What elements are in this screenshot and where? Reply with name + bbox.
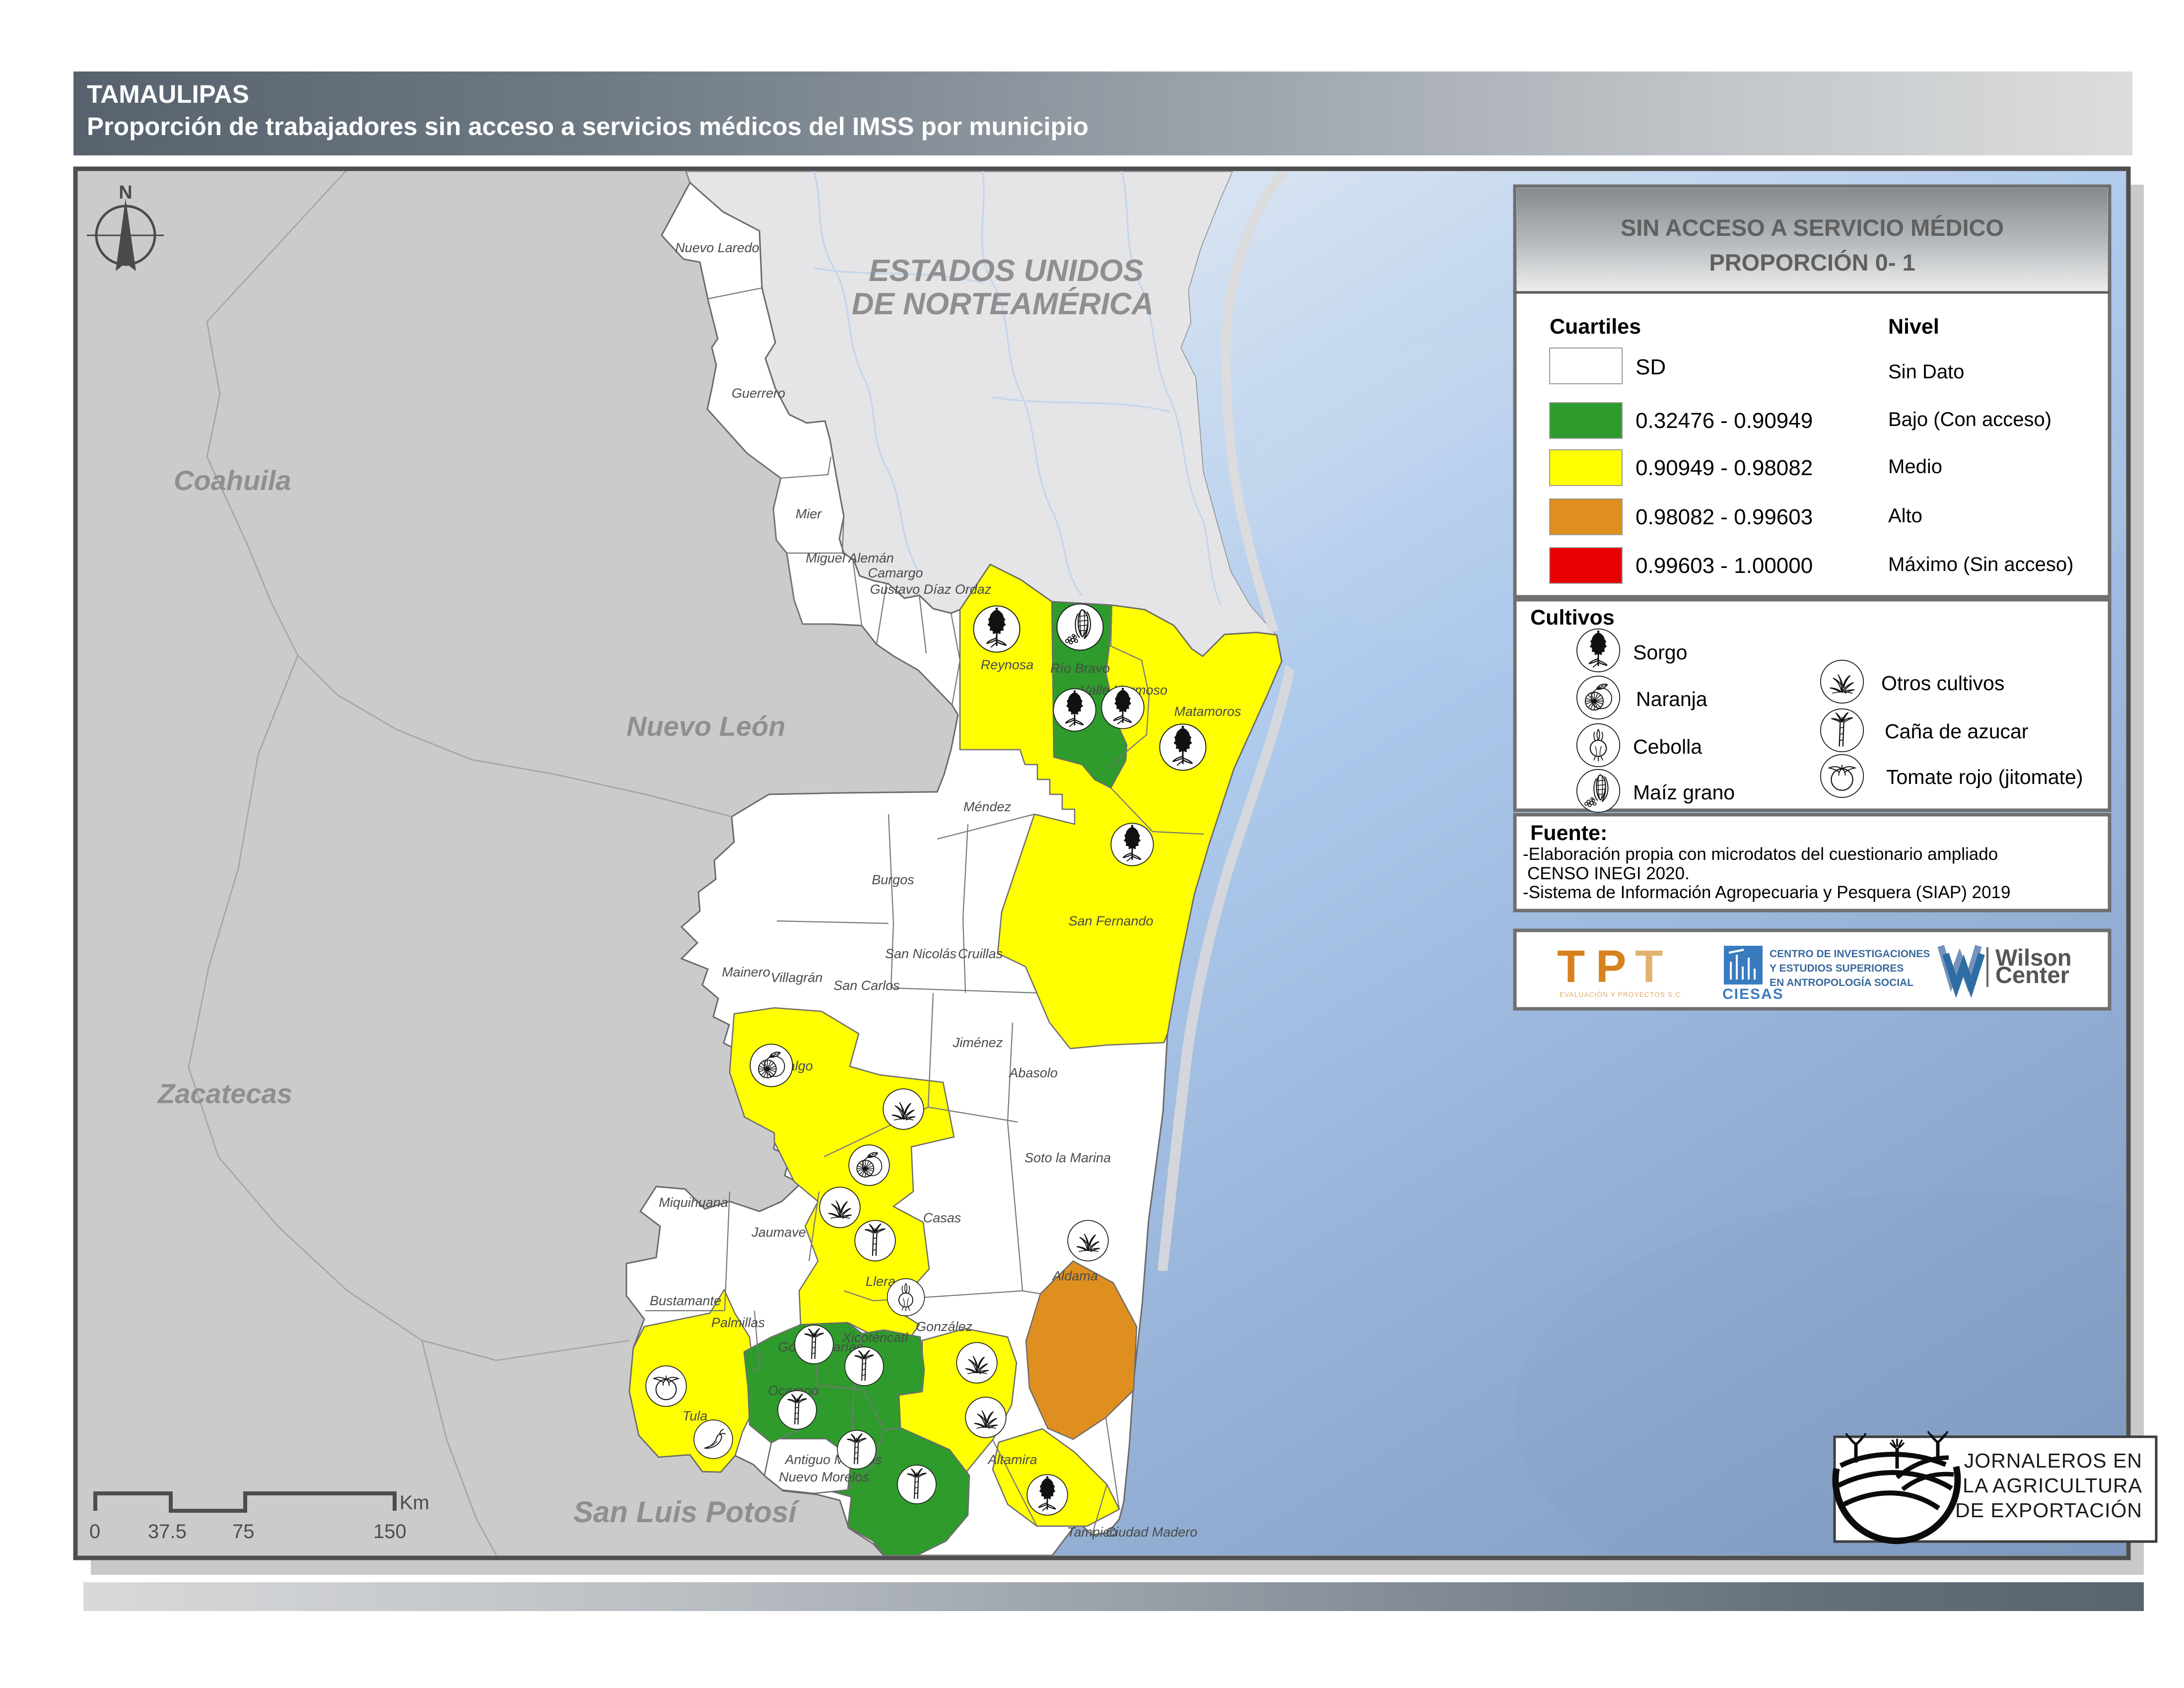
svg-text:Soto la Marina: Soto la Marina (1024, 1150, 1111, 1165)
svg-text:Camargo: Camargo (868, 565, 923, 580)
svg-text:Aldama: Aldama (1051, 1268, 1098, 1283)
svg-text:PROPORCIÓN 0- 1: PROPORCIÓN 0- 1 (1709, 249, 1915, 276)
svg-text:Mier: Mier (796, 506, 822, 521)
svg-text:Reynosa: Reynosa (981, 657, 1034, 672)
svg-text:Altamira: Altamira (987, 1452, 1037, 1467)
svg-text:Otros cultivos: Otros cultivos (1881, 672, 2004, 695)
svg-text:Coahuila: Coahuila (174, 465, 291, 496)
svg-text:0: 0 (89, 1521, 100, 1543)
svg-text:EVALUACIÓN Y PROYECTOS S.C.: EVALUACIÓN Y PROYECTOS S.C. (1560, 991, 1683, 998)
svg-text:Máximo (Sin acceso): Máximo (Sin acceso) (1888, 554, 2073, 575)
svg-text:Matamoros: Matamoros (1174, 704, 1241, 719)
svg-text:González: González (916, 1319, 973, 1334)
svg-text:SD: SD (1636, 355, 1666, 379)
svg-text:San Carlos: San Carlos (833, 978, 900, 993)
svg-text:Center: Center (1995, 962, 2069, 988)
svg-text:Alto: Alto (1888, 505, 1922, 527)
svg-text:Guerrero: Guerrero (732, 386, 785, 401)
svg-text:Nivel: Nivel (1888, 315, 1939, 339)
svg-text:Cultivos: Cultivos (1530, 606, 1615, 630)
svg-text:T: T (1635, 941, 1670, 992)
svg-text:Y ESTUDIOS SUPERIORES: Y ESTUDIOS SUPERIORES (1770, 963, 1904, 974)
svg-text:-Elaboración propia con microd: -Elaboración propia con microdatos del c… (1523, 844, 1998, 864)
svg-text:150: 150 (373, 1521, 407, 1543)
svg-text:Méndez: Méndez (963, 799, 1012, 814)
svg-text:Sin Dato: Sin Dato (1888, 361, 1964, 383)
svg-text:Río Bravo: Río Bravo (1050, 661, 1110, 676)
svg-text:Miquihuana: Miquihuana (659, 1195, 728, 1210)
svg-text:Mainero: Mainero (722, 965, 770, 980)
svg-text:San Luis Potosí: San Luis Potosí (573, 1495, 800, 1529)
svg-text:Sorgo: Sorgo (1633, 641, 1687, 664)
svg-text:Abasolo: Abasolo (1008, 1065, 1058, 1080)
svg-text:EN ANTROPOLOGÍA SOCIAL: EN ANTROPOLOGÍA SOCIAL (1770, 977, 1913, 988)
svg-text:Nuevo León: Nuevo León (626, 710, 785, 742)
svg-text:Proporción de trabajadores sin: Proporción de trabajadores sin acceso a … (87, 112, 1089, 141)
svg-text:Nuevo Morelos: Nuevo Morelos (779, 1470, 869, 1484)
svg-text:Bustamante: Bustamante (650, 1293, 721, 1308)
svg-text:Tula: Tula (682, 1408, 708, 1423)
svg-text:SIN ACCESO A SERVICIO MÉDICO: SIN ACCESO A SERVICIO MÉDICO (1621, 214, 2004, 241)
svg-text:Gustavo Díaz Ordaz: Gustavo Díaz Ordaz (870, 582, 992, 597)
svg-text:0.98082 - 0.99603: 0.98082 - 0.99603 (1636, 505, 1813, 529)
svg-text:Palmillas: Palmillas (711, 1315, 765, 1330)
svg-text:Fuente:: Fuente: (1530, 821, 1607, 845)
svg-text:Nuevo Laredo: Nuevo Laredo (675, 240, 759, 255)
svg-text:75: 75 (232, 1521, 255, 1543)
svg-text:T: T (1557, 941, 1592, 992)
svg-text:CENSO INEGI 2020.: CENSO INEGI 2020. (1527, 864, 1690, 883)
svg-text:San Nicolás: San Nicolás (885, 946, 956, 961)
svg-text:Medio: Medio (1888, 456, 1942, 478)
svg-text:Zacatecas: Zacatecas (157, 1078, 292, 1109)
svg-text:Bajo (Con acceso): Bajo (Con acceso) (1888, 409, 2051, 430)
svg-text:P: P (1596, 941, 1633, 992)
svg-text:LA AGRICULTURA: LA AGRICULTURA (1963, 1474, 2142, 1497)
svg-text:Cuartiles: Cuartiles (1550, 315, 1641, 339)
svg-text:Cebolla: Cebolla (1633, 735, 1702, 758)
svg-text:Burgos: Burgos (872, 872, 914, 887)
svg-text:Jiménez: Jiménez (953, 1035, 1003, 1050)
svg-text:Casas: Casas (923, 1210, 961, 1225)
svg-text:TAMAULIPAS: TAMAULIPAS (87, 80, 249, 108)
svg-text:Caña de azucar: Caña de azucar (1885, 720, 2028, 743)
svg-text:Villagrán: Villagrán (771, 970, 823, 985)
svg-text:JORNALEROS EN: JORNALEROS EN (1964, 1449, 2142, 1472)
svg-text:Naranja: Naranja (1636, 688, 1707, 710)
svg-text:ESTADOS UNIDOS: ESTADOS UNIDOS (869, 254, 1143, 288)
svg-text:N: N (119, 182, 132, 203)
svg-text:Ciudad Madero: Ciudad Madero (1106, 1525, 1198, 1540)
svg-text:DE NORTEAMÉRICA: DE NORTEAMÉRICA (852, 287, 1154, 321)
svg-text:0.90949 - 0.98082: 0.90949 - 0.98082 (1636, 456, 1813, 480)
svg-text:DE EXPORTACIÓN: DE EXPORTACIÓN (1955, 1499, 2142, 1522)
svg-text:CENTRO DE INVESTIGACIONES: CENTRO DE INVESTIGACIONES (1770, 948, 1930, 960)
svg-text:San Fernando: San Fernando (1068, 914, 1153, 928)
svg-text:Miguel Alemán: Miguel Alemán (806, 551, 894, 565)
svg-text:0.99603 - 1.00000: 0.99603 - 1.00000 (1636, 554, 1813, 578)
svg-text:0.32476 - 0.90949: 0.32476 - 0.90949 (1636, 409, 1813, 433)
svg-text:Maíz grano: Maíz grano (1633, 781, 1735, 804)
svg-text:Jaumave: Jaumave (751, 1225, 806, 1240)
svg-text:Km: Km (400, 1492, 429, 1514)
svg-text:Cruillas: Cruillas (958, 946, 1003, 961)
svg-text:37.5: 37.5 (148, 1521, 187, 1543)
svg-text:-Sistema de Información Agrope: -Sistema de Información Agropecuaria y P… (1523, 883, 2010, 902)
svg-text:Tomate rojo (jitomate): Tomate rojo (jitomate) (1886, 766, 2083, 788)
